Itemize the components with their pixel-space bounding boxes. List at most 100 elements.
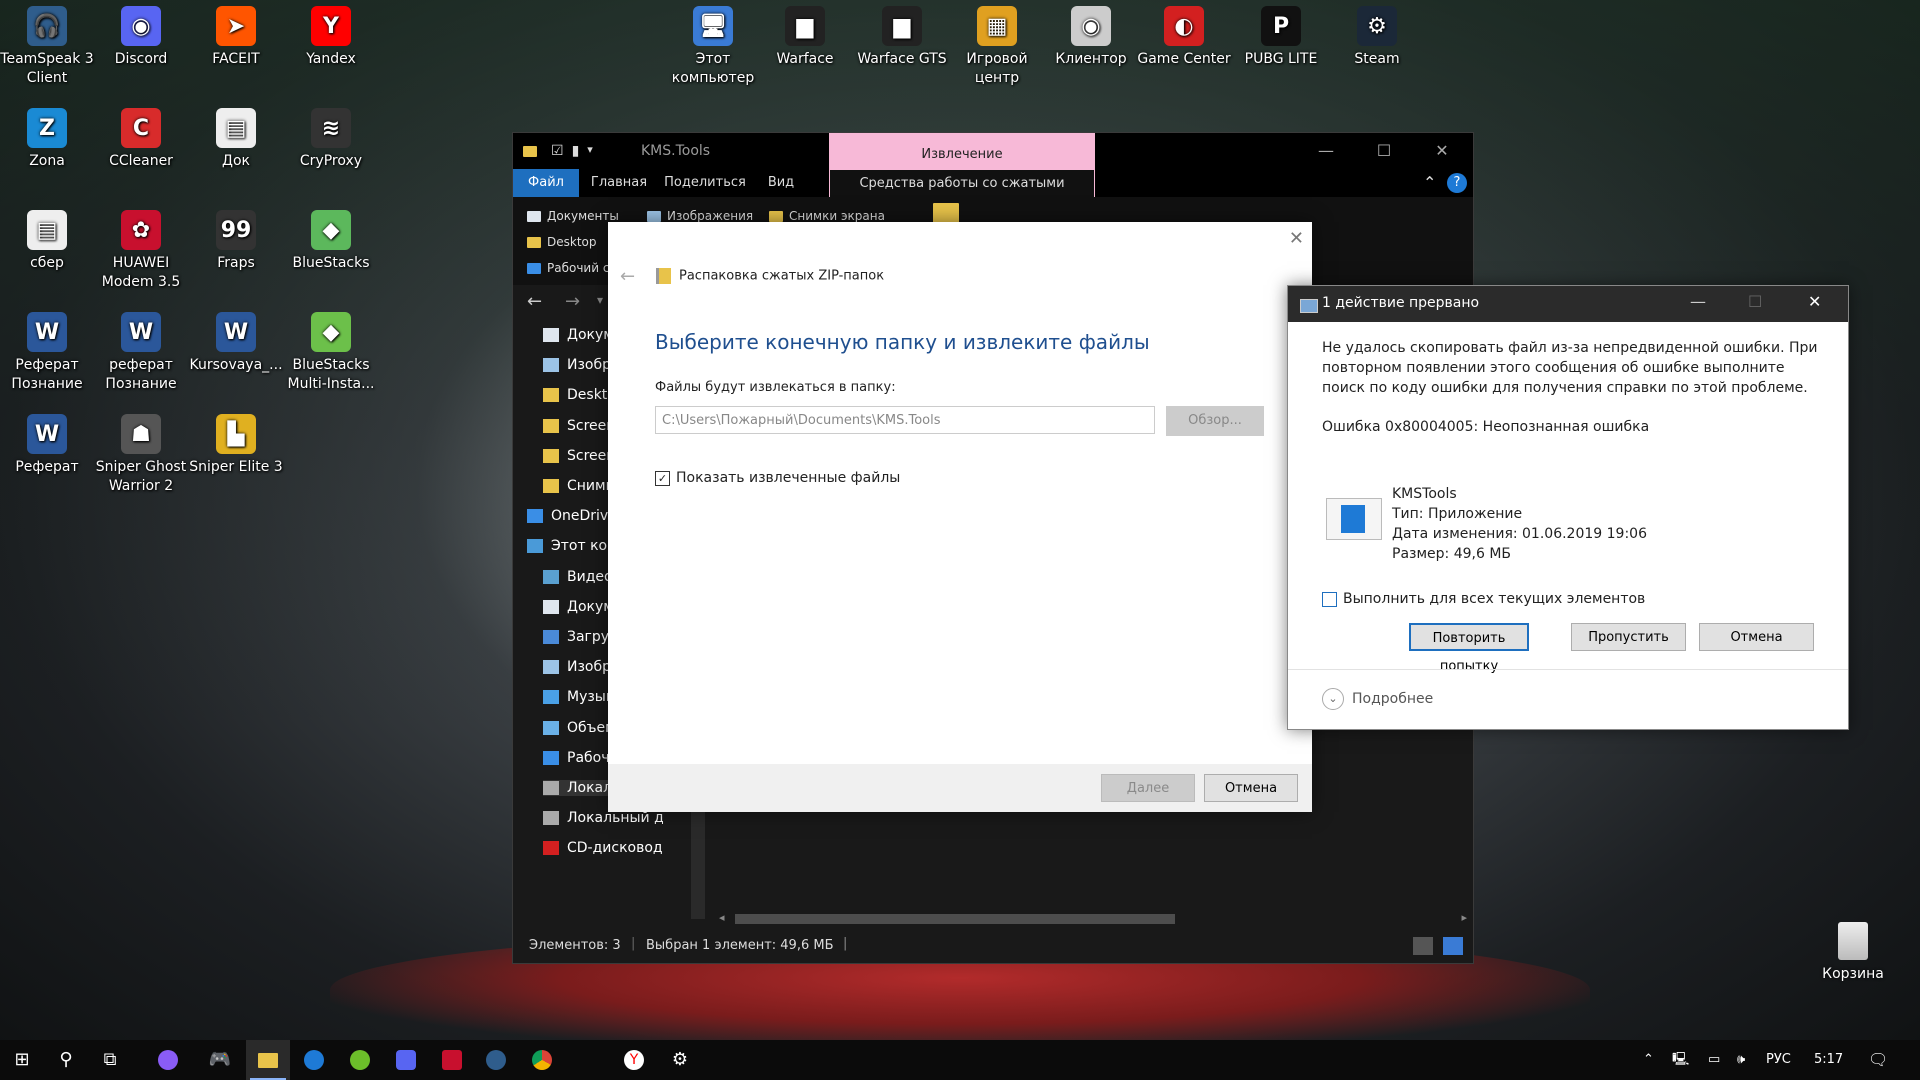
chevron-down-icon[interactable]: ▾	[587, 143, 593, 159]
desktop-shortcut[interactable]: W Kursovaya_...	[189, 306, 283, 375]
browse-button[interactable]: Обзор...	[1166, 406, 1264, 436]
forward-arrow-icon[interactable]: →	[565, 291, 580, 312]
cancel-button[interactable]: Отмена	[1204, 774, 1298, 802]
clock[interactable]: 5:17	[1814, 1040, 1843, 1080]
notifications-icon[interactable]: 🗨	[1868, 1040, 1888, 1080]
close-button[interactable]: ✕	[1808, 292, 1821, 311]
tab-file[interactable]: Файл	[513, 169, 579, 197]
start-button[interactable]: ⊞	[0, 1040, 44, 1080]
skip-button[interactable]: Пропустить	[1571, 623, 1686, 651]
chrome-icon[interactable]	[520, 1040, 564, 1080]
horizontal-scrollbar[interactable]: ◂ ▸	[713, 911, 1473, 927]
desktop-shortcut[interactable]: ◉ Discord	[94, 0, 188, 69]
close-button[interactable]: ✕	[1413, 133, 1471, 169]
next-button[interactable]: Далее	[1101, 774, 1195, 802]
desktop-shortcut[interactable]: ⚙ Steam	[1330, 0, 1424, 69]
minimize-button[interactable]: —	[1690, 292, 1706, 311]
back-arrow-icon[interactable]: ←	[527, 291, 542, 312]
desktop-shortcut[interactable]: Z Zona	[0, 102, 94, 171]
shortcut-label: CryProxy	[299, 153, 363, 169]
desktop-shortcut[interactable]: ▆ Warface GTS	[855, 0, 949, 69]
desktop-shortcut[interactable]: ➤ FACEIT	[189, 0, 283, 69]
desktop-shortcut[interactable]: ▦ Игровой центр	[950, 0, 1044, 88]
recent-locations-icon[interactable]: ▾	[597, 293, 603, 307]
nav-tree-item[interactable]: CD-дисковод (F:)	[543, 840, 663, 856]
huawei-modem-taskbar-icon[interactable]	[430, 1040, 474, 1080]
desktop-shortcut[interactable]: Wреферат Познание	[94, 306, 188, 394]
alice-assistant-icon[interactable]	[146, 1040, 190, 1080]
destination-path-input[interactable]: C:\Users\Пожарный\Documents\KMS.Tools	[655, 406, 1155, 434]
tab-compressed-tools[interactable]: Средства работы со сжатыми папками	[829, 169, 1095, 219]
desktop-shortcut[interactable]: Y Yandex	[284, 0, 378, 69]
settings-gear-icon[interactable]: ⚙	[658, 1040, 702, 1080]
shortcut-label: CCleaner	[109, 153, 173, 169]
desktop-shortcut[interactable]: C CCleaner	[94, 102, 188, 171]
tab-home[interactable]: Главная	[579, 169, 659, 197]
recycle-bin-shortcut[interactable]: Корзина	[1806, 922, 1900, 982]
cancel-button[interactable]: Отмена	[1699, 623, 1814, 651]
volume-icon[interactable]: 🕪	[1737, 1040, 1745, 1080]
shortcut-label: Игровой центр	[966, 51, 1028, 86]
search-icon[interactable]: ⚲	[44, 1040, 88, 1080]
tiles-view-icon[interactable]	[1443, 937, 1463, 955]
collapse-ribbon-icon[interactable]: ⌃	[1423, 173, 1436, 192]
apply-to-all-checkbox[interactable]: Выполнить для всех текущих элементов	[1322, 591, 1645, 607]
file-explorer-taskbar-icon[interactable]	[246, 1040, 290, 1080]
scroll-right-icon[interactable]: ▸	[1461, 911, 1467, 924]
battery-icon[interactable]: ▭	[1708, 1040, 1720, 1080]
tab-share[interactable]: Поделиться	[659, 169, 751, 197]
task-view-icon[interactable]: ⧉	[88, 1040, 132, 1080]
gamepad-icon[interactable]: 🎮	[198, 1040, 242, 1080]
help-icon[interactable]: ?	[1447, 173, 1467, 193]
checkbox-checked[interactable]: ✓	[655, 470, 670, 486]
discord-taskbar-icon[interactable]	[384, 1040, 428, 1080]
nav-tree-item[interactable]: Локальный диск (D:)	[543, 810, 663, 826]
desktop-shortcut[interactable]: ▤ сбер	[0, 204, 94, 273]
desktop-shortcut[interactable]: ☗ Sniper Ghost Warrior 2	[94, 408, 188, 496]
close-icon[interactable]: ✕	[1289, 228, 1304, 249]
show-extracted-files-checkbox[interactable]: ✓ Показать извлеченные файлы	[655, 470, 900, 486]
network-icon[interactable]: 🖳	[1672, 1040, 1689, 1080]
desktop-shortcut[interactable]: ▆ Warface	[758, 0, 852, 69]
back-arrow-icon[interactable]: ←	[620, 266, 635, 287]
ribbon-item-images[interactable]: Изображения	[647, 209, 753, 223]
scrollbar-thumb[interactable]	[735, 914, 1175, 924]
details-toggle[interactable]: ⌄ Подробнее	[1322, 688, 1433, 710]
retry-button[interactable]: Повторить попытку	[1409, 623, 1529, 674]
scroll-left-icon[interactable]: ◂	[719, 911, 725, 924]
desktop-shortcut[interactable]: 🎧 TeamSpeak 3 Client	[0, 0, 94, 88]
checkbox-unchecked[interactable]	[1322, 591, 1337, 607]
ribbon-item-desktop[interactable]: Desktop	[527, 235, 597, 249]
minimize-button[interactable]: —	[1297, 133, 1355, 169]
desktop-shortcut[interactable]: ◐ Game Center	[1137, 0, 1231, 69]
properties-icon[interactable]: ☑	[551, 143, 564, 159]
edge-icon[interactable]	[292, 1040, 336, 1080]
desktop-shortcut[interactable]: ✿ HUAWEI Modem 3.5	[94, 204, 188, 292]
explorer-titlebar[interactable]: ☑ ▮ ▾ KMS.Tools Извлечение — ☐ ✕	[513, 133, 1473, 169]
utorrent-icon[interactable]	[338, 1040, 382, 1080]
desktop-shortcut[interactable]: ▤ Док	[189, 102, 283, 171]
desktop-shortcut[interactable]: ≋ CryProxy	[284, 102, 378, 171]
desktop-shortcut[interactable]: 🖥 Этот компьютер	[666, 0, 760, 88]
error-dialog-titlebar[interactable]: 1 действие прервано — ☐ ✕	[1288, 286, 1848, 322]
desktop-shortcut[interactable]: 99 Fraps	[189, 204, 283, 273]
desktop-shortcut[interactable]: ◆ BlueStacks Multi-Insta...	[284, 306, 378, 394]
desktop-shortcut[interactable]: P PUBG LITE	[1234, 0, 1328, 69]
ribbon-item-screenshots[interactable]: Снимки экрана	[769, 209, 885, 223]
yandex-browser-icon[interactable]: Y	[612, 1040, 656, 1080]
tab-view[interactable]: Вид	[751, 169, 811, 197]
input-language[interactable]: РУС	[1766, 1040, 1791, 1080]
shortcut-label: Zona	[29, 153, 65, 169]
desktop-shortcut[interactable]: W Реферат Познание	[0, 306, 94, 394]
desktop-shortcut[interactable]: ◉ Клиентор	[1044, 0, 1138, 69]
ribbon-item-documents[interactable]: Документы	[527, 209, 619, 223]
details-view-icon[interactable]	[1413, 937, 1433, 955]
desktop-shortcut[interactable]: ▙ Sniper Elite 3	[189, 408, 283, 477]
chevron-down-icon[interactable]: ⌄	[1322, 688, 1344, 710]
desktop-shortcut[interactable]: ◆ BlueStacks	[284, 204, 378, 273]
desktop-shortcut[interactable]: W Реферат	[0, 408, 94, 477]
maximize-button[interactable]: ☐	[1355, 133, 1413, 169]
new-folder-icon[interactable]: ▮	[572, 143, 580, 159]
show-hidden-icons[interactable]: ⌃	[1643, 1040, 1654, 1080]
teamspeak-taskbar-icon[interactable]	[474, 1040, 518, 1080]
